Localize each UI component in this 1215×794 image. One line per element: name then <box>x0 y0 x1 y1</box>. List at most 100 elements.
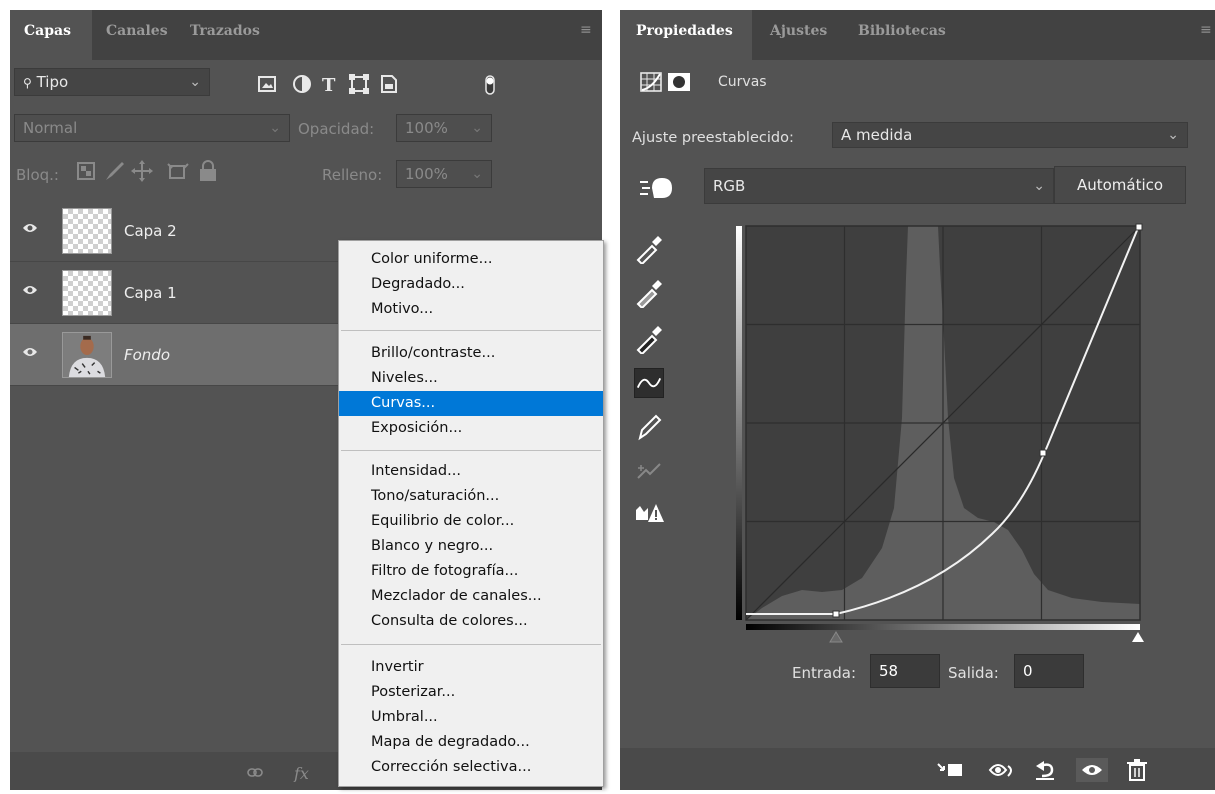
preset-dropdown[interactable]: A medida ⌄ <box>832 122 1188 148</box>
opacity-value: 100% <box>405 119 448 137</box>
blend-mode-value: Normal <box>23 119 78 137</box>
filter-toggle-icon[interactable] <box>485 75 495 95</box>
clip-to-layer-icon[interactable] <box>937 763 962 776</box>
opacity-label: Opacidad: <box>298 120 375 138</box>
black-point-eyedropper-icon[interactable] <box>634 324 664 354</box>
layer-name[interactable]: Fondo <box>124 346 170 364</box>
layer-name[interactable]: Capa 1 <box>124 284 177 302</box>
fill-field[interactable]: 100% ⌄ <box>396 160 492 188</box>
layer-filter-label: Tipo <box>36 73 69 91</box>
auto-button[interactable]: Automático <box>1054 166 1186 204</box>
curve-point-white[interactable] <box>1135 223 1143 231</box>
black-point-slider[interactable] <box>829 631 843 643</box>
lock-image-pixels-icon[interactable] <box>106 162 124 180</box>
menu-item-exposure[interactable]: Exposición... <box>339 416 603 441</box>
menu-item-pattern[interactable]: Motivo... <box>339 297 603 322</box>
fill-label: Relleno: <box>322 166 383 184</box>
chevron-down-icon: ⌄ <box>471 120 483 136</box>
menu-separator <box>341 644 601 645</box>
curves-graph[interactable] <box>732 218 1146 648</box>
input-label: Entrada: <box>792 664 856 682</box>
eye-icon[interactable] <box>22 222 38 234</box>
menu-item-levels[interactable]: Niveles... <box>339 366 603 391</box>
white-point-slider[interactable] <box>1132 632 1144 642</box>
tab-layers[interactable]: Capas <box>24 23 71 39</box>
layer-mask-icon[interactable] <box>668 73 690 91</box>
edit-points-curve-icon[interactable] <box>634 368 664 398</box>
toggle-visibility-icon[interactable] <box>1076 758 1108 782</box>
filter-pixel-icon[interactable] <box>258 76 276 92</box>
menu-item-color-balance[interactable]: Equilibrio de color... <box>339 509 603 534</box>
view-previous-state-icon[interactable] <box>988 764 1012 777</box>
lock-artboard-icon[interactable] <box>167 163 189 179</box>
lock-all-icon[interactable] <box>200 160 216 181</box>
preset-value: A medida <box>841 126 913 144</box>
filter-type-icon[interactable]: T <box>322 75 336 96</box>
properties-title: Curvas <box>718 74 767 90</box>
properties-tabbar: Propiedades Ajustes Bibliotecas ≡ <box>620 10 1215 60</box>
menu-item-color-lookup[interactable]: Consulta de colores... <box>339 609 603 634</box>
layer-thumbnail <box>62 208 112 254</box>
svg-text:T: T <box>322 75 336 96</box>
pencil-draw-icon[interactable] <box>634 412 664 442</box>
menu-item-photo-filter[interactable]: Filtro de fotografía... <box>339 559 603 584</box>
tab-paths[interactable]: Trazados <box>190 23 260 39</box>
lock-position-icon[interactable] <box>131 160 153 182</box>
opacity-field[interactable]: 100% ⌄ <box>396 114 492 142</box>
channel-dropdown[interactable]: RGB ⌄ <box>704 168 1054 204</box>
menu-item-channel-mixer[interactable]: Mezclador de canales... <box>339 584 603 609</box>
layers-tabbar: Capas Canales Trazados ≡ <box>10 10 602 60</box>
svg-text:fx: fx <box>293 764 309 782</box>
menu-item-black-white[interactable]: Blanco y negro... <box>339 534 603 559</box>
layer-filter-dropdown[interactable]: ⚲ Tipo ⌄ <box>14 68 210 96</box>
gray-point-eyedropper-icon[interactable] <box>634 278 664 308</box>
blend-mode-dropdown[interactable]: Normal ⌄ <box>14 114 290 142</box>
curves-adjustment-icon[interactable] <box>640 72 662 92</box>
panel-menu-icon[interactable]: ≡ <box>580 23 594 37</box>
layer-thumbnail <box>62 270 112 316</box>
menu-item-posterize[interactable]: Posterizar... <box>339 680 603 705</box>
menu-item-selective-color[interactable]: Corrección selectiva... <box>339 755 603 780</box>
link-layers-icon[interactable] <box>247 768 263 777</box>
eye-icon[interactable] <box>22 284 38 296</box>
clipping-warning-icon[interactable] <box>634 498 664 528</box>
output-field[interactable]: 0 <box>1014 654 1084 688</box>
properties-header-icons <box>640 72 690 92</box>
menu-item-hue-saturation[interactable]: Tono/saturación... <box>339 484 603 509</box>
reset-adjustments-icon[interactable] <box>1036 761 1054 780</box>
input-field[interactable]: 58 <box>870 654 940 688</box>
properties-bottom-icons <box>937 758 1147 782</box>
tab-properties[interactable]: Propiedades <box>636 23 733 39</box>
white-point-eyedropper-icon[interactable] <box>634 234 664 264</box>
menu-item-brightness-contrast[interactable]: Brillo/contraste... <box>339 341 603 366</box>
menu-item-gradient-map[interactable]: Mapa de degradado... <box>339 730 603 755</box>
tab-adjustments[interactable]: Ajustes <box>770 23 827 39</box>
fx-icon[interactable]: fx <box>293 764 309 782</box>
menu-separator <box>341 450 601 451</box>
lock-transparent-pixels-icon[interactable] <box>77 162 95 180</box>
menu-item-curves[interactable]: Curvas... <box>339 391 603 416</box>
menu-item-gradient[interactable]: Degradado... <box>339 272 603 297</box>
chevron-down-icon: ⌄ <box>269 120 281 136</box>
menu-item-solid-color[interactable]: Color uniforme... <box>339 247 603 272</box>
menu-item-threshold[interactable]: Umbral... <box>339 705 603 730</box>
tab-libraries[interactable]: Bibliotecas <box>858 23 946 39</box>
curve-point-mid[interactable] <box>1039 449 1047 457</box>
layer-name[interactable]: Capa 2 <box>124 222 177 240</box>
eye-icon[interactable] <box>22 346 38 358</box>
tab-channels[interactable]: Canales <box>106 23 168 39</box>
delete-icon[interactable] <box>1127 759 1147 781</box>
properties-panel: Propiedades Ajustes Bibliotecas ≡ Curvas… <box>620 10 1215 790</box>
curve-point-black[interactable] <box>832 610 840 618</box>
filter-shape-icon[interactable] <box>349 74 369 94</box>
background-photo-thumbnail <box>62 332 112 378</box>
menu-item-invert[interactable]: Invertir <box>339 655 603 680</box>
menu-item-vibrance[interactable]: Intensidad... <box>339 459 603 484</box>
smooth-curve-icon[interactable] <box>634 456 664 486</box>
panel-menu-icon[interactable]: ≡ <box>1200 23 1214 37</box>
filter-adjustment-icon[interactable] <box>293 75 311 93</box>
on-image-adjust-icon[interactable] <box>638 174 678 202</box>
filter-smart-object-icon[interactable] <box>381 75 397 93</box>
chevron-down-icon: ⌄ <box>1167 127 1179 143</box>
preset-label: Ajuste preestablecido: <box>632 130 794 146</box>
